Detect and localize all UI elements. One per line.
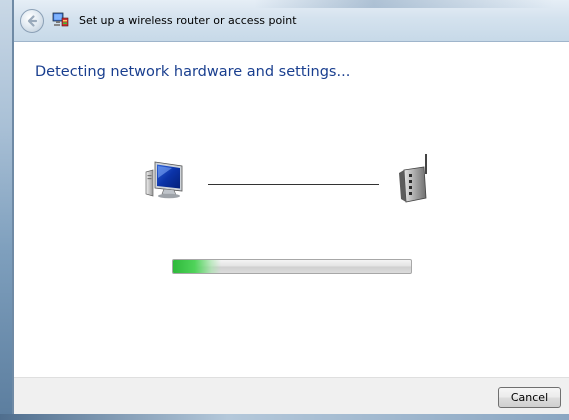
window-frame-left xyxy=(0,0,14,420)
back-arrow-icon xyxy=(27,15,38,27)
connection-line xyxy=(208,184,379,185)
progress-bar xyxy=(172,259,412,274)
footer-bar: Cancel xyxy=(14,377,569,414)
progress-bar-fill xyxy=(173,260,221,273)
page-heading: Detecting network hardware and settings.… xyxy=(35,64,351,80)
router-icon xyxy=(399,154,427,203)
back-button[interactable] xyxy=(20,9,44,33)
window-frame-bottom xyxy=(0,414,569,420)
network-setup-icon xyxy=(52,12,69,27)
window-title: Set up a wireless router or access point xyxy=(79,14,297,27)
cancel-button[interactable]: Cancel xyxy=(498,387,561,408)
title-bar: Set up a wireless router or access point xyxy=(14,0,569,42)
computer-icon xyxy=(145,161,183,199)
